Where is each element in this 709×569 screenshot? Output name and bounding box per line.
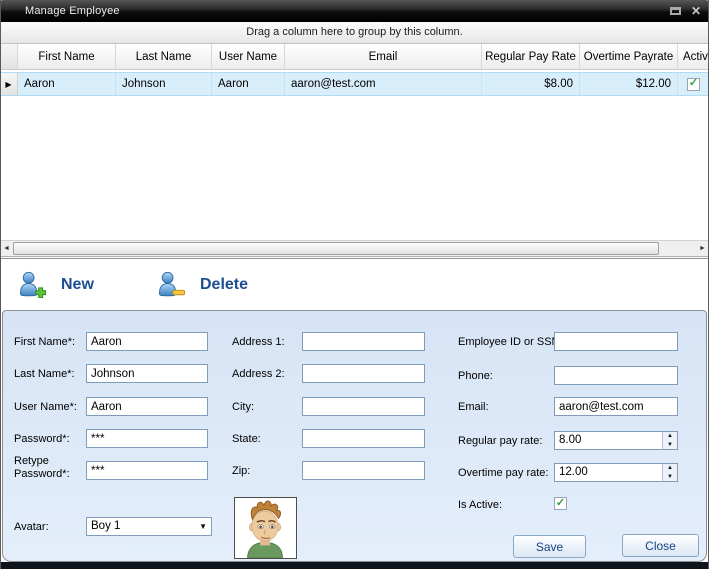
phone-label: Phone: (458, 370, 493, 382)
cell-first-name: Aaron (18, 73, 116, 95)
column-header-active[interactable]: Active (678, 44, 709, 69)
column-header-first-name[interactable]: First Name (18, 44, 116, 69)
save-button[interactable]: Save (513, 535, 586, 558)
toolbar: New Delete (0, 258, 709, 310)
close-button[interactable]: ✕ (691, 0, 701, 22)
grid-header-row: First Name Last Name User Name Email Reg… (0, 44, 709, 70)
overtime-pay-rate-spin-buttons[interactable]: ▲ ▼ (662, 464, 677, 481)
check-icon: ✓ (689, 78, 698, 89)
check-icon: ✓ (556, 498, 565, 509)
maximize-icon (670, 7, 681, 15)
retype-password-field[interactable] (86, 461, 208, 480)
employee-id-field[interactable] (554, 332, 678, 351)
window-bottom-border (0, 562, 709, 569)
delete-button-label: Delete (200, 276, 248, 294)
regular-pay-rate-stepper[interactable]: 8.00 ▲ ▼ (554, 431, 678, 450)
active-checkbox[interactable]: ✓ (687, 78, 700, 91)
zip-field[interactable] (302, 461, 425, 480)
column-header-email[interactable]: Email (285, 44, 482, 69)
cell-last-name: Johnson (116, 73, 212, 95)
new-button-label: New (61, 276, 94, 294)
email-label: Email: (458, 401, 489, 413)
state-label: State: (232, 433, 261, 445)
maximize-button[interactable] (670, 2, 681, 20)
user-name-field[interactable] (86, 397, 208, 416)
address2-field[interactable] (302, 364, 425, 383)
retype-password-label: Retype Password*: (14, 455, 72, 481)
cell-email: aaron@test.com (285, 73, 482, 95)
address1-label: Address 1: (232, 336, 285, 348)
regular-pay-rate-value: 8.00 (559, 434, 581, 446)
spin-down-icon[interactable]: ▼ (663, 441, 677, 450)
close-button[interactable]: Close (622, 534, 699, 557)
spin-up-icon[interactable]: ▲ (663, 464, 677, 473)
city-label: City: (232, 401, 254, 413)
manage-employee-window: Manage Employee ✕ Drag a column here to … (0, 0, 709, 569)
overtime-pay-rate-stepper[interactable]: 12.00 ▲ ▼ (554, 463, 678, 482)
window-left-border (0, 0, 1, 569)
overtime-pay-rate-value: 12.00 (559, 466, 588, 478)
is-active-label: Is Active: (458, 499, 502, 511)
user-name-label: User Name*: (14, 401, 77, 413)
grid-header-indicator (0, 44, 18, 69)
avatar-preview (234, 497, 297, 559)
horizontal-scrollbar[interactable]: ◄ ► (0, 240, 709, 257)
column-header-user-name[interactable]: User Name (212, 44, 285, 69)
cell-user-name: Aaron (212, 73, 285, 95)
email-field[interactable] (554, 397, 678, 416)
group-by-bar[interactable]: Drag a column here to group by this colu… (0, 22, 709, 44)
scroll-left-button[interactable]: ◄ (0, 241, 13, 256)
cell-overtime-payrate: $12.00 (580, 73, 678, 95)
chevron-down-icon: ▼ (199, 522, 207, 531)
last-name-label: Last Name*: (14, 368, 75, 380)
state-field[interactable] (302, 429, 425, 448)
table-row[interactable]: ▶ Aaron Johnson Aaron aaron@test.com $8.… (0, 72, 709, 96)
scrollbar-thumb[interactable] (13, 242, 659, 255)
zip-label: Zip: (232, 465, 250, 477)
spin-down-icon[interactable]: ▼ (663, 473, 677, 482)
is-active-checkbox[interactable]: ✓ (554, 497, 567, 510)
overtime-pay-rate-label: Overtime pay rate: (458, 467, 548, 479)
last-name-field[interactable] (86, 364, 208, 383)
first-name-field[interactable] (86, 332, 208, 351)
column-header-regular-pay-rate[interactable]: Regular Pay Rate (482, 44, 580, 69)
first-name-label: First Name*: (14, 336, 75, 348)
delete-button[interactable]: Delete (157, 270, 248, 299)
row-indicator-icon: ▶ (0, 73, 18, 95)
cell-regular-pay-rate: $8.00 (482, 73, 580, 95)
column-header-last-name[interactable]: Last Name (116, 44, 212, 69)
column-header-overtime-payrate[interactable]: Overtime Payrate (580, 44, 678, 69)
avatar-dropdown-value: Boy 1 (91, 520, 120, 532)
employee-form-panel: First Name*: Last Name*: User Name*: Pas… (2, 310, 707, 562)
regular-pay-rate-spin-buttons[interactable]: ▲ ▼ (662, 432, 677, 449)
regular-pay-rate-label: Regular pay rate: (458, 435, 542, 447)
cell-active: ✓ (678, 73, 709, 95)
delete-employee-icon (157, 270, 186, 299)
phone-field[interactable] (554, 366, 678, 385)
employee-id-label: Employee ID or SSN: (458, 336, 563, 348)
new-employee-icon (18, 270, 47, 299)
city-field[interactable] (302, 397, 425, 416)
spin-up-icon[interactable]: ▲ (663, 432, 677, 441)
title-bar[interactable]: Manage Employee ✕ (0, 0, 709, 22)
new-button[interactable]: New (18, 270, 94, 299)
window-title: Manage Employee (25, 5, 120, 17)
boy-avatar-image (235, 498, 296, 558)
avatar-dropdown[interactable]: Boy 1 ▼ (86, 517, 212, 536)
password-label: Password*: (14, 433, 70, 445)
password-field[interactable] (86, 429, 208, 448)
address2-label: Address 2: (232, 368, 285, 380)
avatar-label: Avatar: (14, 521, 49, 533)
address1-field[interactable] (302, 332, 425, 351)
